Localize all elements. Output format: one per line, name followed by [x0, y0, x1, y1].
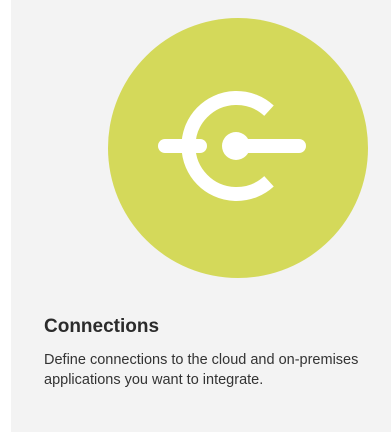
- connections-card[interactable]: Connections Define connections to the cl…: [11, 0, 391, 432]
- card-description: Define connections to the cloud and on-p…: [44, 352, 359, 388]
- card-title: Connections: [44, 316, 160, 337]
- connection-plug-icon: [108, 18, 368, 278]
